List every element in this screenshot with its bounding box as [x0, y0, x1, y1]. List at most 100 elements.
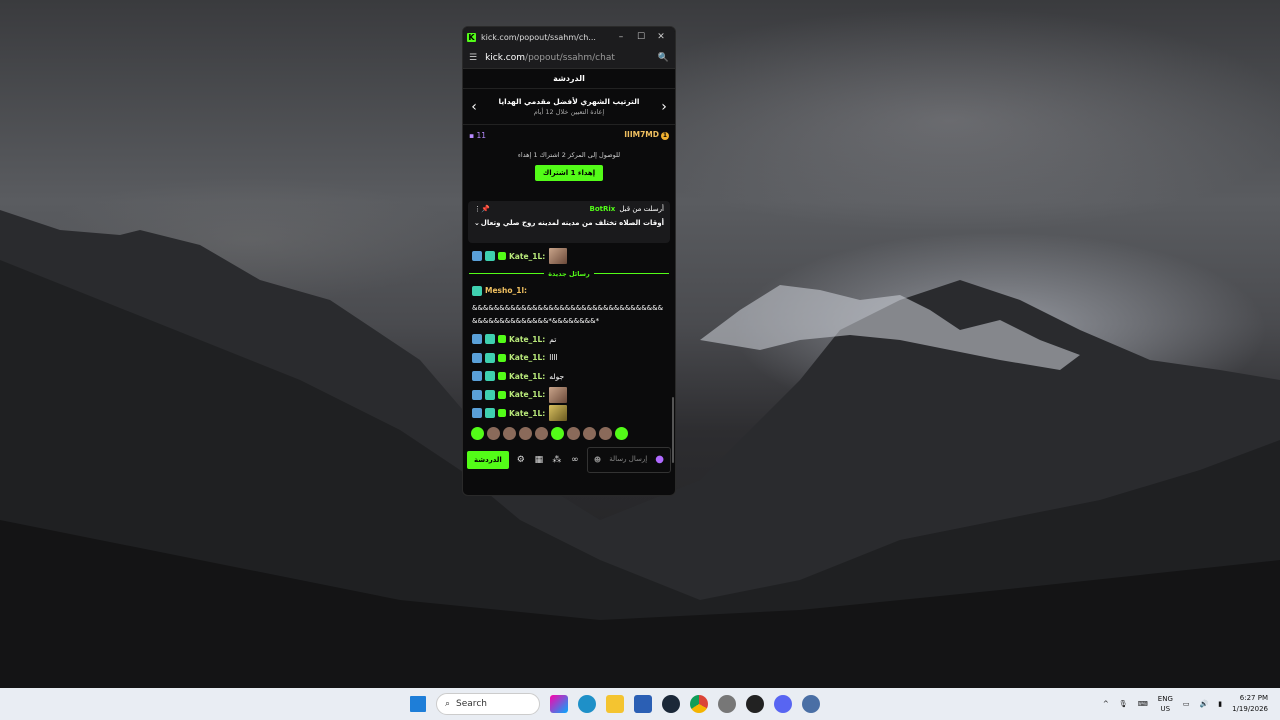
badge-icon [472, 251, 482, 262]
address-bar[interactable]: ☰ kick.com/popout/ssahm/chat 🔍 [463, 47, 675, 69]
settings-gear-icon[interactable]: ⚙ [515, 455, 527, 465]
gift-badge-icon [498, 390, 506, 399]
mic-tray-icon[interactable]: 🎙 [1119, 700, 1128, 708]
username[interactable]: Kate_1L: [509, 409, 545, 418]
windows-start-icon[interactable] [410, 696, 426, 712]
pinned-by-label: أرسلت من قبل [619, 205, 664, 213]
message-text: تم [549, 334, 557, 344]
gift-count: ▪ 11 [469, 130, 487, 140]
title-bar: K kick.com/popout/ssahm/ch... – ☐ ✕ [463, 27, 675, 47]
emote-button[interactable] [471, 427, 484, 440]
settings-app-icon[interactable] [718, 695, 736, 713]
store-icon[interactable] [634, 695, 652, 713]
steam-icon[interactable] [662, 695, 680, 713]
username[interactable]: Kate_1L: [509, 390, 545, 399]
share-icon[interactable]: ⁂ [551, 455, 563, 465]
badge-icon [472, 334, 482, 345]
leaderboard-banner: ‹ الترتيب الشهري لأفضل مقدمي الهدايا إعا… [463, 89, 675, 125]
infinity-icon[interactable]: ∞ [569, 455, 581, 465]
chat-message: Kate_1L: جوله [463, 367, 675, 386]
gift-goal: للوصول إلى المركز 2 اشتراك 1 إهداء إهداء… [463, 145, 675, 197]
top-gifter[interactable]: IIIM7MD 1 [624, 130, 669, 140]
pin-options-icon[interactable]: ⋮ [474, 205, 481, 213]
file-explorer-icon[interactable] [606, 695, 624, 713]
badge-icon [472, 389, 482, 400]
emote-button[interactable] [487, 427, 500, 440]
minimize-button[interactable]: – [611, 32, 631, 42]
chevron-left-icon[interactable]: ‹ [463, 99, 485, 115]
store-icon[interactable]: ▦ [533, 455, 545, 465]
emote-button[interactable] [551, 427, 564, 440]
pinned-text: أوقات الصلاه تختلف من مدينه لمدينه روح ص… [480, 219, 664, 227]
username[interactable]: Mesho_1l: [485, 286, 527, 295]
chat-send-button[interactable]: الدردشة [467, 450, 509, 469]
emote-button[interactable] [535, 427, 548, 440]
volume-icon[interactable]: 🔊 [1200, 700, 1209, 708]
emote-button[interactable] [583, 427, 596, 440]
chevron-right-icon[interactable]: › [653, 99, 675, 115]
goal-text: للوصول إلى المركز 2 اشتراك 1 إهداء [517, 151, 621, 159]
maximize-button[interactable]: ☐ [631, 32, 651, 42]
sub-badge-icon [485, 389, 495, 400]
emote-image [549, 386, 568, 403]
keyboard-icon[interactable]: ⌨ [1138, 700, 1148, 708]
discord-icon[interactable] [774, 695, 792, 713]
username[interactable]: Kate_1L: [509, 372, 545, 381]
language-indicator[interactable]: ENG US [1158, 694, 1173, 714]
sub-badge-icon [485, 251, 495, 262]
taskbar-search[interactable]: ⌕ Search [436, 693, 540, 715]
sub-badge-icon [485, 408, 495, 419]
chat-message: Mesho_1l: [463, 282, 675, 301]
search-icon: ⌕ [445, 699, 451, 709]
gear-app-icon[interactable] [802, 695, 820, 713]
copilot-icon[interactable] [550, 695, 568, 713]
kick-logo-icon: K [467, 32, 476, 42]
new-messages-divider: رسائل جديدة [463, 266, 675, 282]
chevron-up-icon[interactable]: ^ [1103, 700, 1109, 708]
chrome-icon[interactable] [690, 695, 708, 713]
edge-icon[interactable] [578, 695, 596, 713]
pin-icon[interactable]: 📌 [481, 205, 490, 213]
emote-button[interactable] [615, 427, 628, 440]
emote-button[interactable] [503, 427, 516, 440]
leaderboard-subtitle: إعادة التعيين خلال 12 أيام [533, 108, 605, 116]
chat-scrollbar[interactable] [672, 397, 674, 463]
badge-icon [472, 408, 482, 419]
url-host: kick.com [485, 52, 526, 63]
pinned-user[interactable]: BotRix [590, 205, 616, 213]
input-placeholder: إرسال رسالة [609, 455, 648, 463]
window-title: kick.com/popout/ssahm/ch... [481, 32, 596, 42]
pinned-message: ⋮ 📌 BotRix أرسلت من قبل ⌄ أوقات الصلاه ت… [468, 201, 670, 243]
sub-badge-icon [472, 285, 482, 296]
quick-emote-bar [463, 423, 675, 445]
chat-message: Kate_1L: [463, 247, 675, 266]
chat-input-area: الدردشة ⚙ ▦ ⁂ ∞ ☻ إرسال رسالة ● [463, 445, 675, 475]
mic-icon[interactable]: ● [655, 454, 664, 465]
badge-icon [472, 352, 482, 363]
expand-chevron-icon[interactable]: ⌄ [474, 219, 480, 227]
browser-popup-window: K kick.com/popout/ssahm/ch... – ☐ ✕ ☰ ki… [462, 26, 676, 496]
badge-icon [472, 371, 482, 382]
username[interactable]: Kate_1L: [509, 353, 545, 362]
chat-message: Kate_1L: llll [463, 349, 675, 368]
sub-badge-icon [485, 352, 495, 363]
rank-badge: 1 [661, 132, 669, 140]
username[interactable]: Kate_1L: [509, 252, 545, 261]
network-icon[interactable]: ▭ [1183, 700, 1190, 708]
message-text: جوله [549, 371, 565, 381]
chat-message-input[interactable]: ☻ إرسال رسالة ● [586, 446, 671, 473]
emoji-icon[interactable]: ☻ [594, 456, 601, 464]
url-path: /popout/ssahm/chat [525, 52, 615, 63]
zoom-icon[interactable]: 🔍 [658, 53, 669, 63]
close-button[interactable]: ✕ [651, 32, 671, 42]
emote-button[interactable] [599, 427, 612, 440]
chat-header: الدردشة [463, 69, 675, 89]
gift-sub-button[interactable]: إهداء 1 اشتراك [534, 165, 604, 181]
battery-icon[interactable]: ▮ [1218, 700, 1222, 708]
site-settings-icon[interactable]: ☰ [469, 53, 477, 63]
emote-button[interactable] [519, 427, 532, 440]
obs-icon[interactable] [746, 695, 764, 713]
emote-button[interactable] [567, 427, 580, 440]
clock[interactable]: 6:27 PM 1/19/2026 [1232, 693, 1268, 715]
username[interactable]: Kate_1L: [509, 335, 545, 344]
